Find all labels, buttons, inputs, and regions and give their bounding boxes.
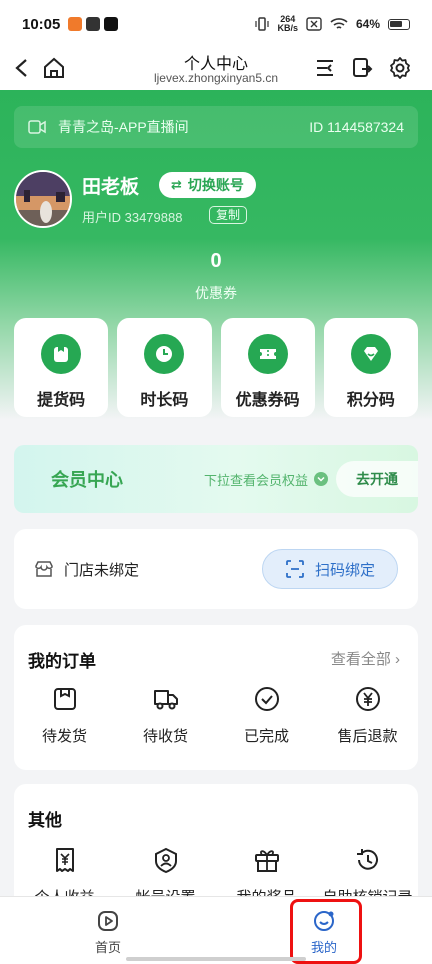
switch-account-button[interactable]: ⇄ 切换账号 — [159, 172, 256, 198]
battery-icon — [388, 18, 410, 30]
nav-mine[interactable]: 我的 — [216, 897, 432, 964]
coupon-label[interactable]: 优惠券 — [0, 283, 432, 303]
gear-icon — [390, 57, 410, 79]
store-status: 门店未绑定 — [64, 561, 140, 579]
live-room-name: 青青之岛-APP直播间 — [58, 119, 189, 135]
share-button[interactable] — [349, 54, 377, 82]
chevron-right-icon: › — [395, 651, 400, 668]
order-completed[interactable]: 已完成 — [216, 685, 317, 746]
share-icon — [353, 58, 373, 77]
live-room-card[interactable]: 青青之岛-APP直播间 ID 1144587324 — [14, 106, 418, 148]
package-icon — [53, 688, 76, 710]
nav-home[interactable]: 首页 — [0, 897, 216, 964]
coupon-code-card[interactable]: 优惠券码 — [220, 318, 315, 417]
net-speed: 264 KB/s — [277, 14, 298, 33]
scan-icon — [286, 560, 304, 578]
status-time: 10:05 — [22, 15, 61, 33]
chevron-down-icon — [314, 472, 328, 486]
settings-button[interactable] — [386, 54, 414, 82]
activate-member-button[interactable]: 去开通 — [336, 461, 418, 497]
points-code-card[interactable]: 积分码 — [323, 318, 418, 417]
bottom-nav: 首页 我的 — [0, 896, 432, 964]
view-all-orders-link[interactable]: 查看全部 › — [331, 648, 400, 669]
gift-icon — [254, 850, 279, 872]
user-id: 用户ID 33479888 — [82, 210, 183, 225]
copy-button[interactable]: 复制 — [209, 206, 248, 224]
order-pending-receipt[interactable]: 待收货 — [115, 685, 216, 746]
other-title: 其他 — [28, 811, 62, 830]
home-indicator — [126, 957, 306, 961]
member-center-banner[interactable]: 会员中心 下拉查看会员权益 去开通 — [14, 445, 418, 513]
order-refund[interactable]: 售后退款 — [317, 685, 418, 746]
vibrate-icon — [255, 17, 270, 31]
live-room-id: ID 1144587324 — [309, 119, 404, 135]
yen-ticket-icon — [55, 848, 74, 872]
mail-notification-icon — [86, 17, 101, 31]
orders-title: 我的订单 — [28, 652, 96, 671]
truck-icon — [153, 690, 178, 710]
clock-icon — [144, 334, 185, 374]
member-center-title: 会员中心 — [51, 470, 123, 490]
username: 田老板 — [82, 177, 140, 198]
smile-face-icon — [314, 911, 334, 931]
member-hint: 下拉查看会员权益 — [203, 472, 308, 488]
yen-circle-icon — [355, 687, 380, 711]
browser-header: 个人中心 ljevex.zhongxinyan5.cn — [0, 48, 432, 90]
points-icon — [350, 334, 391, 374]
tiktok-notification-icon — [104, 17, 119, 31]
list-menu-icon — [317, 60, 333, 76]
store-icon — [35, 561, 53, 577]
menu-button[interactable] — [311, 54, 339, 82]
battery-percent: 64% — [355, 17, 380, 31]
bag-icon — [41, 334, 82, 374]
avatar-photo — [16, 172, 70, 226]
check-circle-icon — [254, 687, 279, 711]
play-square-icon — [98, 911, 118, 931]
my-orders-card: 我的订单 查看全部 › 待发货 待收货 已完成 售后退款 — [14, 625, 418, 770]
status-bar: 10:05 264 KB/s 64% — [0, 0, 432, 48]
scan-bind-button[interactable]: 扫码绑定 — [262, 549, 398, 589]
ticket-icon — [247, 334, 288, 374]
coupon-count[interactable]: 0 — [0, 250, 432, 273]
video-camera-icon — [28, 120, 46, 134]
wifi-icon — [330, 18, 348, 29]
code-shortcuts: 提货码 时长码 优惠券码 积分码 — [14, 318, 418, 417]
history-icon — [356, 849, 378, 870]
swap-icon: ⇄ — [171, 177, 182, 192]
order-pending-shipment[interactable]: 待发货 — [14, 685, 115, 746]
avatar[interactable] — [14, 170, 72, 228]
store-binding-card: 门店未绑定 扫码绑定 — [14, 529, 418, 609]
duration-code-card[interactable]: 时长码 — [117, 318, 212, 417]
close-box-icon — [306, 17, 322, 31]
user-shield-icon — [154, 847, 177, 874]
app-notification-icon — [68, 17, 83, 31]
pickup-code-card[interactable]: 提货码 — [14, 318, 109, 417]
